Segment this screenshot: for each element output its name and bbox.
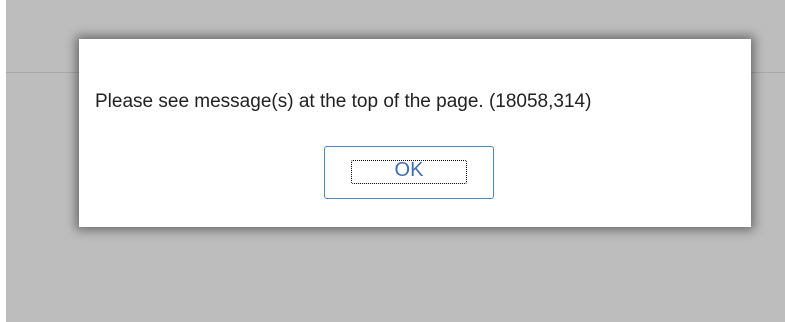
message-dialog: Please see message(s) at the top of the … [79,39,751,227]
ok-button[interactable]: OK [324,146,494,199]
ok-button-label: OK [394,159,424,181]
dialog-message: Please see message(s) at the top of the … [95,91,592,112]
screen: Please see message(s) at the top of the … [0,0,785,322]
